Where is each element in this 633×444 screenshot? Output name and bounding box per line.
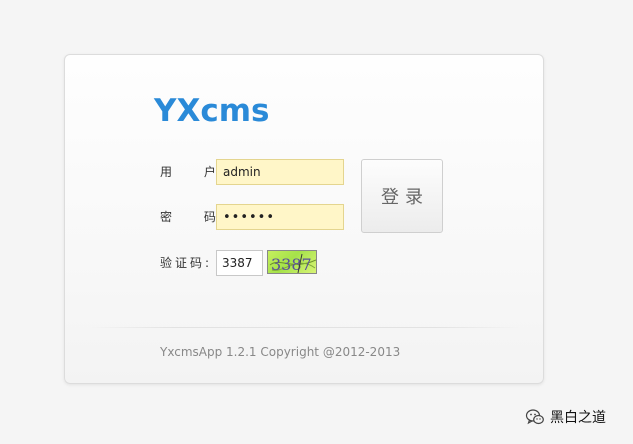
captcha-graphic: 3387 <box>269 253 316 274</box>
captcha-label: 验证码: <box>160 250 212 276</box>
watermark: 黑白之道 <box>525 406 606 428</box>
username-input[interactable] <box>216 159 344 185</box>
captcha-input[interactable] <box>216 250 263 276</box>
wechat-icon <box>525 409 544 425</box>
password-label: 密 码: <box>160 204 234 230</box>
captcha-label-text: 验证码: <box>160 256 213 270</box>
watermark-text: 黑白之道 <box>550 410 606 426</box>
captcha-image[interactable]: 3387 <box>267 250 317 274</box>
username-label: 用 户: <box>160 159 234 185</box>
copyright-text: YxcmsApp 1.2.1 Copyright @2012-2013 <box>160 345 401 359</box>
login-button[interactable]: 登录 <box>361 159 443 233</box>
app-logo: YXcms <box>154 93 270 129</box>
password-input[interactable] <box>216 204 344 230</box>
footer-divider <box>89 327 521 328</box>
login-card: YXcms 用 户: 密 码: 验证码: 3387 登录 YxcmsApp 1.… <box>64 54 544 384</box>
captcha-text: 3387 <box>271 255 312 274</box>
